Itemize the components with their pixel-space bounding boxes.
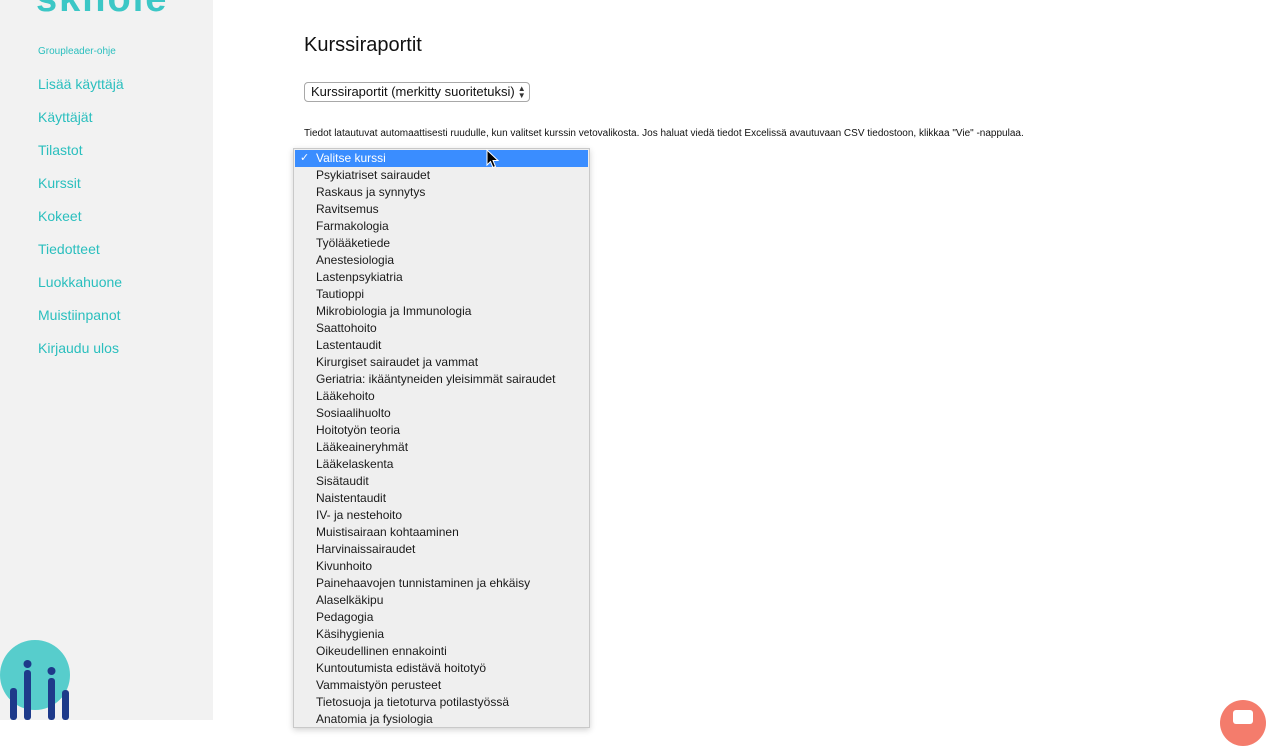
sidebar-item-tilastot[interactable]: Tilastot (38, 141, 124, 174)
course-option-label: Anestesiologia (316, 253, 395, 267)
course-option-label: Painehaavojen tunnistaminen ja ehkäisy (316, 576, 531, 590)
course-option-label: Kivunhoito (316, 559, 373, 573)
course-option-label: Raskaus ja synnytys (316, 185, 426, 199)
course-option[interactable]: Lastentaudit (295, 337, 588, 354)
chat-icon (1233, 710, 1253, 724)
mouse-pointer-icon (486, 149, 500, 169)
decorative-illustration (0, 640, 70, 720)
course-option-label: Tietosuoja ja tietoturva potilastyössä (316, 695, 509, 709)
sidebar-item-muistiinpanot[interactable]: Muistiinpanot (38, 306, 124, 339)
course-option[interactable]: Ravitsemus (295, 201, 588, 218)
select-arrows-icon: ▲ ▼ (517, 84, 526, 100)
course-option[interactable]: Farmakologia (295, 218, 588, 235)
course-option-label: Lääkelaskenta (316, 457, 394, 471)
course-option[interactable]: Työlääketiede (295, 235, 588, 252)
course-option-label: Sosiaalihuolto (316, 406, 391, 420)
course-option-label: Tautioppi (316, 287, 365, 301)
course-option[interactable]: Sisätaudit (295, 473, 588, 490)
course-option[interactable]: Pedagogia (295, 609, 588, 626)
course-option-label: Alaselkäkipu (316, 593, 384, 607)
course-option-label: Mikrobiologia ja Immunologia (316, 304, 472, 318)
course-option-label: Vammaistyön perusteet (316, 678, 442, 692)
course-option[interactable]: Kivunhoito (295, 558, 588, 575)
course-option-label: Harvinaissairaudet (316, 542, 416, 556)
course-option[interactable]: Saattohoito (295, 320, 588, 337)
course-option[interactable]: Harvinaissairaudet (295, 541, 588, 558)
course-option[interactable]: Muistisairaan kohtaaminen (295, 524, 588, 541)
course-option[interactable]: Lääkeaineryhmät (295, 439, 588, 456)
course-option[interactable]: Geriatria: ikääntyneiden yleisimmät sair… (295, 371, 588, 388)
course-option[interactable]: Painehaavojen tunnistaminen ja ehkäisy (295, 575, 588, 592)
course-option-label: Saattohoito (316, 321, 377, 335)
course-option-label: Valitse kurssi (316, 151, 386, 165)
course-option[interactable]: Tietosuoja ja tietoturva potilastyössä (295, 694, 588, 711)
chat-button[interactable] (1220, 700, 1266, 746)
course-option[interactable]: Anestesiologia (295, 252, 588, 269)
course-option[interactable]: Oikeudellinen ennakointi (295, 643, 588, 660)
sidebar-item-kirjaudu-ulos[interactable]: Kirjaudu ulos (38, 339, 124, 372)
course-option[interactable]: Sosiaalihuolto (295, 405, 588, 422)
course-options: ✓ Valitse kurssi Psykiatriset sairaudet Ras… (294, 149, 589, 727)
course-option[interactable]: Hoitotyön teoria (295, 422, 588, 439)
course-option[interactable]: Kuntoutumista edistävä hoitotyö (295, 660, 588, 677)
sidebar-item-kurssit[interactable]: Kurssit (38, 174, 124, 207)
course-option-label: Kirurgiset sairaudet ja vammat (316, 355, 479, 369)
course-option[interactable]: Lääkelaskenta (295, 456, 588, 473)
sidebar-item-lisaa-kayttaja[interactable]: Lisää käyttäjä (38, 75, 124, 108)
course-option[interactable]: Psykiatriset sairaudet (295, 167, 588, 184)
course-option-label: Hoitotyön teoria (316, 423, 401, 437)
course-option-label: Anatomia ja fysiologia (316, 712, 433, 726)
course-option[interactable]: ✓ Valitse kurssi (295, 150, 588, 167)
course-option-label: Pedagogia (316, 610, 374, 624)
info-text: Tiedot latautuvat automaattisesti ruudul… (304, 128, 1024, 139)
course-option-label: Ravitsemus (316, 202, 379, 216)
course-option-label: Työlääketiede (316, 236, 391, 250)
course-option-label: Farmakologia (316, 219, 389, 233)
course-option-label: Sisätaudit (316, 474, 369, 488)
course-option[interactable]: Mikrobiologia ja Immunologia (295, 303, 588, 320)
course-option[interactable]: Käsihygienia (295, 626, 588, 643)
sidebar-item-kokeet[interactable]: Kokeet (38, 207, 124, 240)
course-option[interactable]: Naistentaudit (295, 490, 588, 507)
course-option-label: Muistisairaan kohtaaminen (316, 525, 459, 539)
course-option-label: Lastentaudit (316, 338, 382, 352)
course-option-label: Oikeudellinen ennakointi (316, 644, 447, 658)
course-option-label: IV- ja nestehoito (316, 508, 403, 522)
sidebar-item-tiedotteet[interactable]: Tiedotteet (38, 240, 124, 273)
groupleader-help-link[interactable]: Groupleader-ohje (38, 46, 116, 57)
course-option[interactable]: Tautioppi (295, 286, 588, 303)
course-option-label: Kuntoutumista edistävä hoitotyö (316, 661, 487, 675)
course-option[interactable]: Vammaistyön perusteet (295, 677, 588, 694)
page-title: Kurssiraportit (304, 34, 422, 56)
course-option-label: Geriatria: ikääntyneiden yleisimmät sair… (316, 372, 556, 386)
checkmark-icon: ✓ (300, 152, 310, 164)
sidebar-item-luokkahuone[interactable]: Luokkahuone (38, 273, 124, 306)
course-option-label: Lastenpsykiatria (316, 270, 403, 284)
sidebar-nav: Lisää käyttäjä Käyttäjät Tilastot Kurssit Ko… (38, 75, 124, 372)
course-dropdown-list[interactable]: ✓ Valitse kurssi Psykiatriset sairaudet Ras… (293, 148, 590, 728)
course-option-label: Lääkeaineryhmät (316, 440, 409, 454)
sidebar-item-kayttajat[interactable]: Käyttäjät (38, 108, 124, 141)
course-option-label: Lääkehoito (316, 389, 375, 403)
sidebar: skhole Groupleader-ohje Lisää käyttäjäKä… (0, 0, 213, 720)
course-option-label: Naistentaudit (316, 491, 387, 505)
course-option[interactable]: Lastenpsykiatria (295, 269, 588, 286)
course-option[interactable]: Kirurgiset sairaudet ja vammat (295, 354, 588, 371)
logo[interactable]: skhole (36, 0, 168, 21)
course-option[interactable]: Raskaus ja synnytys (295, 184, 588, 201)
course-option[interactable]: Lääkehoito (295, 388, 588, 405)
course-option-label: Käsihygienia (316, 627, 385, 641)
report-type-value: Kurssiraportit (merkitty suoritetuksi) (311, 84, 515, 99)
report-type-select[interactable]: Kurssiraportit (merkitty suoritetuksi) ▲… (304, 82, 530, 102)
course-option-label: Psykiatriset sairaudet (316, 168, 431, 182)
course-option[interactable]: IV- ja nestehoito (295, 507, 588, 524)
course-option[interactable]: Alaselkäkipu (295, 592, 588, 609)
